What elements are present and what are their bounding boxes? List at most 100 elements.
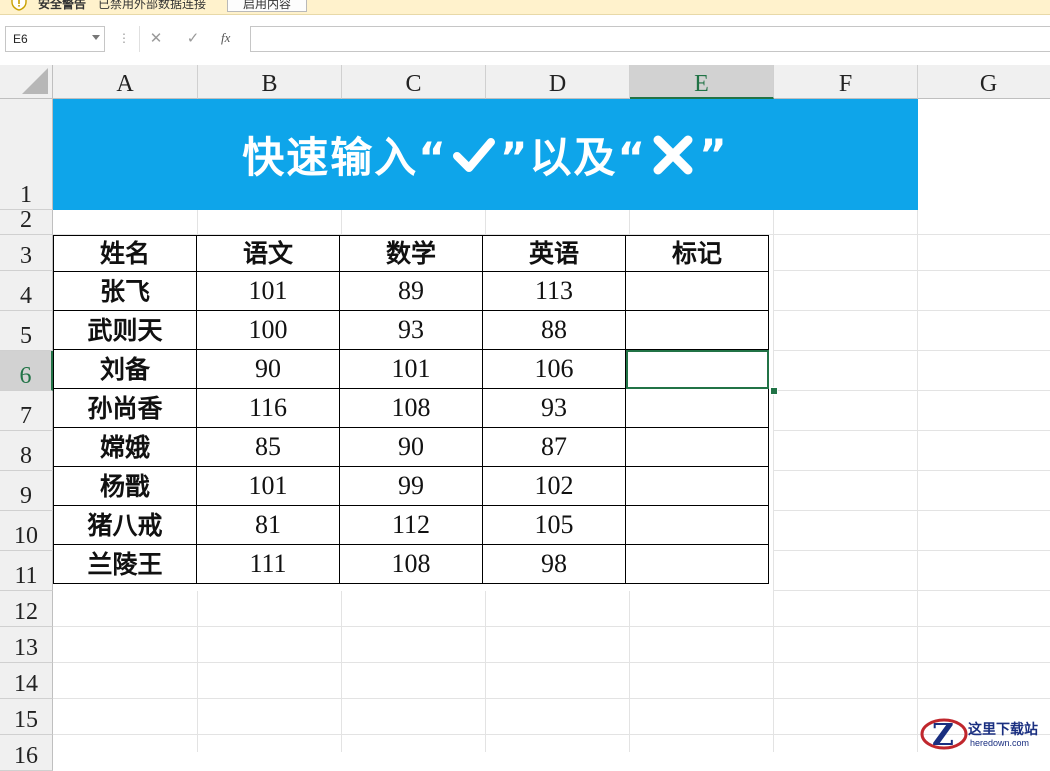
watermark-subtitle: heredown.com xyxy=(970,738,1030,748)
enter-icon[interactable]: ✓ xyxy=(183,29,203,47)
insert-function-icon[interactable]: fx xyxy=(221,30,230,46)
security-warning-message: 已禁用外部数据连接 xyxy=(98,0,207,11)
header-cell-chinese[interactable]: 语文 xyxy=(196,235,340,272)
table-row: 杨戬 101 99 102 xyxy=(53,466,769,506)
cell-mark[interactable] xyxy=(625,271,769,311)
svg-text:Z: Z xyxy=(932,718,954,752)
table-row: 武则天 100 93 88 xyxy=(53,310,769,350)
cell-mark[interactable] xyxy=(625,505,769,545)
cell-name[interactable]: 兰陵王 xyxy=(53,544,197,584)
cell-math[interactable]: 108 xyxy=(339,544,483,584)
cell-english[interactable]: 93 xyxy=(482,388,626,428)
cell-chinese[interactable]: 116 xyxy=(196,388,340,428)
header-cell-mark[interactable]: 标记 xyxy=(625,235,769,272)
cell-math[interactable]: 93 xyxy=(339,310,483,350)
gridline xyxy=(53,734,1050,735)
column-header-b[interactable]: B xyxy=(198,65,342,99)
cell-math[interactable]: 112 xyxy=(339,505,483,545)
cell-mark[interactable] xyxy=(625,310,769,350)
column-header-d[interactable]: D xyxy=(486,65,630,99)
cell-mark[interactable] xyxy=(625,466,769,506)
select-all-triangle-icon xyxy=(22,68,48,94)
select-all-button[interactable] xyxy=(0,65,53,99)
title-banner[interactable]: 快速输入“ ”以及“ ” xyxy=(53,99,918,210)
cell-name[interactable]: 武则天 xyxy=(53,310,197,350)
cancel-icon[interactable]: ✕ xyxy=(146,29,166,47)
cell-name[interactable]: 嫦娥 xyxy=(53,427,197,467)
cell-english[interactable]: 87 xyxy=(482,427,626,467)
row-header-6[interactable]: 6 xyxy=(0,351,53,391)
score-table: 姓名 语文 数学 英语 标记 张飞 101 89 113 武则天 100 93 … xyxy=(53,235,769,584)
row-header-12[interactable]: 12 xyxy=(0,591,53,627)
gridline xyxy=(774,430,1050,431)
row-header-13[interactable]: 13 xyxy=(0,627,53,663)
formula-bar: E6 ⋮ ✕ ✓ fx xyxy=(0,15,1050,65)
cell-mark[interactable] xyxy=(625,544,769,584)
column-header-c[interactable]: C xyxy=(342,65,486,99)
gridline xyxy=(774,470,1050,471)
banner-title: 快速输入“ ”以及“ ” xyxy=(242,124,728,185)
cell-english[interactable]: 113 xyxy=(482,271,626,311)
formula-input[interactable] xyxy=(250,26,1050,52)
column-header-f[interactable]: F xyxy=(774,65,918,99)
row-header-9[interactable]: 9 xyxy=(0,471,53,511)
cell-math[interactable]: 89 xyxy=(339,271,483,311)
gridline xyxy=(485,591,486,752)
gridline xyxy=(197,210,198,235)
row-header-1[interactable]: 1 xyxy=(0,99,53,210)
cell-math[interactable]: 108 xyxy=(339,388,483,428)
cell-english[interactable]: 106 xyxy=(482,349,626,389)
security-warning-bar: 安全警告 已禁用外部数据连接 启用内容 xyxy=(0,0,1050,15)
gridline xyxy=(774,550,1050,551)
cell-english[interactable]: 88 xyxy=(482,310,626,350)
cell-name[interactable]: 刘备 xyxy=(53,349,197,389)
header-cell-name[interactable]: 姓名 xyxy=(53,235,197,272)
cell-name[interactable]: 张飞 xyxy=(53,271,197,311)
cell-name[interactable]: 杨戬 xyxy=(53,466,197,506)
column-header-a[interactable]: A xyxy=(53,65,198,99)
column-header-g[interactable]: G xyxy=(918,65,1050,99)
header-cell-english[interactable]: 英语 xyxy=(482,235,626,272)
enable-content-button[interactable]: 启用内容 xyxy=(227,0,307,12)
cell-mark[interactable] xyxy=(625,427,769,467)
name-box-dropdown-icon[interactable] xyxy=(92,35,100,40)
cell-name[interactable]: 猪八戒 xyxy=(53,505,197,545)
cell-english[interactable]: 98 xyxy=(482,544,626,584)
name-box[interactable]: E6 xyxy=(5,26,105,52)
cell-chinese[interactable]: 90 xyxy=(196,349,340,389)
column-header-e[interactable]: E xyxy=(630,65,774,99)
cell-math[interactable]: 99 xyxy=(339,466,483,506)
row-header-11[interactable]: 11 xyxy=(0,551,53,591)
cell-chinese[interactable]: 81 xyxy=(196,505,340,545)
table-row: 兰陵王 111 108 98 xyxy=(53,544,769,584)
row-header-3[interactable]: 3 xyxy=(0,235,53,271)
row-header-8[interactable]: 8 xyxy=(0,431,53,471)
row-header-10[interactable]: 10 xyxy=(0,511,53,551)
cell-math[interactable]: 90 xyxy=(339,427,483,467)
cell-chinese[interactable]: 100 xyxy=(196,310,340,350)
cell-chinese[interactable]: 85 xyxy=(196,427,340,467)
row-header-2[interactable]: 2 xyxy=(0,208,53,235)
row-header-7[interactable]: 7 xyxy=(0,391,53,431)
row-header-16[interactable]: 16 xyxy=(0,735,53,771)
cell-math[interactable]: 101 xyxy=(339,349,483,389)
row-header-14[interactable]: 14 xyxy=(0,663,53,699)
banner-text-before: 快速输入“ xyxy=(242,133,448,182)
row-header-4[interactable]: 4 xyxy=(0,271,53,311)
cell-english[interactable]: 102 xyxy=(482,466,626,506)
row-header-5[interactable]: 5 xyxy=(0,311,53,351)
watermark-title: 这里下载站 xyxy=(968,722,1038,738)
security-warning-title: 安全警告 xyxy=(38,0,87,11)
cell-mark[interactable] xyxy=(625,388,769,428)
table-row: 孙尚香 116 108 93 xyxy=(53,388,769,428)
row-header-15[interactable]: 15 xyxy=(0,699,53,735)
cell-chinese[interactable]: 101 xyxy=(196,466,340,506)
cell-english[interactable]: 105 xyxy=(482,505,626,545)
cell-chinese[interactable]: 101 xyxy=(196,271,340,311)
cell-name[interactable]: 孙尚香 xyxy=(53,388,197,428)
fill-handle[interactable] xyxy=(770,387,778,395)
cell-chinese[interactable]: 111 xyxy=(196,544,340,584)
header-cell-math[interactable]: 数学 xyxy=(339,235,483,272)
gridline xyxy=(53,698,1050,699)
cell-mark-selected[interactable] xyxy=(625,349,769,389)
